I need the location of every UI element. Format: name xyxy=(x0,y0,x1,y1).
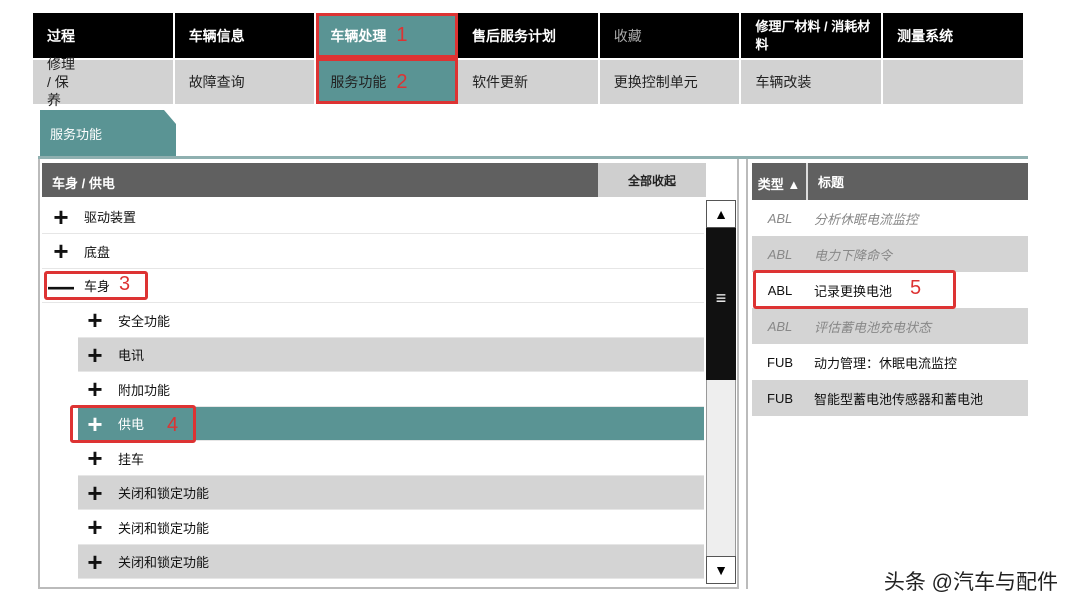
nav-software-update[interactable]: 软件更新 xyxy=(458,58,600,104)
watermark: 头条 @汽车与配件 xyxy=(884,566,1058,596)
label: 售后服务计划 xyxy=(472,26,556,46)
tree-item-label: 底盘 xyxy=(84,242,110,261)
result-row[interactable]: ABL分析休眠电流监控 xyxy=(752,200,1028,236)
result-row[interactable]: FUB智能型蓄电池传感器和蓄电池 xyxy=(752,380,1028,416)
nav-repair-maintenance[interactable]: 修理 / 保养 xyxy=(33,58,175,104)
annotation-4: 4 xyxy=(167,414,178,437)
result-title: 分析休眠电流监控 xyxy=(808,209,918,228)
expand-plus-icon[interactable]: + xyxy=(48,238,74,264)
scroll-up-arrow-icon[interactable]: ▲ xyxy=(706,200,736,228)
tree-item[interactable]: + 附加功能 xyxy=(78,373,704,407)
result-title: 电力下降命令 xyxy=(808,245,892,264)
nav-vehicle-modification[interactable]: 车辆改装 xyxy=(741,58,883,104)
label: 服务功能 xyxy=(330,72,386,92)
column-type-sort[interactable]: 类型 ▲ xyxy=(752,163,808,200)
expand-plus-icon[interactable]: + xyxy=(82,480,108,506)
results-header: 类型 ▲ 标题 xyxy=(752,163,1028,200)
sub-nav: 修理 / 保养 故障查询 服务功能 2 软件更新 更换控制单元 车辆改装 xyxy=(33,58,1025,104)
tree-item[interactable]: + 底盘 xyxy=(42,235,704,269)
label: 车辆处理 xyxy=(330,26,386,46)
label: 测量系统 xyxy=(897,26,953,46)
result-type: ABL xyxy=(752,319,808,334)
tree-item-label: 挂车 xyxy=(118,449,144,468)
annotation-5: 5 xyxy=(910,277,921,300)
tree-item[interactable]: + 安全功能 xyxy=(78,304,704,338)
nav-vehicle-info[interactable]: 车辆信息 xyxy=(175,13,317,58)
nav-favorites[interactable]: 收藏 xyxy=(600,13,742,58)
label: 车辆改装 xyxy=(755,72,811,92)
expand-plus-icon[interactable]: + xyxy=(82,376,108,402)
grip-icon: ≡ xyxy=(706,288,736,309)
nav-fault-query[interactable]: 故障查询 xyxy=(175,58,317,104)
result-row[interactable]: ABL电力下降命令 xyxy=(752,236,1028,272)
label: 修理 / 保养 xyxy=(47,55,83,109)
tree-item[interactable]: + 关闭和锁定功能 xyxy=(78,476,704,510)
tree-item[interactable]: + 挂车 xyxy=(78,442,704,476)
tab-service-functions[interactable]: 服务功能 xyxy=(40,110,176,158)
tree-item-label: 驱动装置 xyxy=(84,207,136,226)
expand-plus-icon[interactable]: + xyxy=(82,445,108,471)
tree-item-label: 关闭和锁定功能 xyxy=(118,518,209,537)
result-title: 评估蓄电池充电状态 xyxy=(808,317,931,336)
annotation-box-3 xyxy=(44,271,148,300)
result-type: FUB xyxy=(752,391,808,406)
nav-replace-ecu[interactable]: 更换控制单元 xyxy=(600,58,742,104)
label: 车辆信息 xyxy=(189,26,245,46)
tree-item-label: 安全功能 xyxy=(118,311,170,330)
annotation-box-5 xyxy=(753,270,956,309)
annotation-1: 1 xyxy=(396,24,407,47)
tree-item[interactable]: + 驱动装置 xyxy=(42,200,704,234)
result-title: 智能型蓄电池传感器和蓄电池 xyxy=(808,389,983,408)
label: 软件更新 xyxy=(472,72,528,92)
nav-empty xyxy=(883,58,1025,104)
column-title[interactable]: 标题 xyxy=(808,172,844,191)
annotation-3: 3 xyxy=(119,273,130,296)
tree-item[interactable]: + 电讯 xyxy=(78,338,704,372)
tree-item-label: 关闭和锁定功能 xyxy=(118,552,209,571)
result-row[interactable]: FUB动力管理：休眠电流监控 xyxy=(752,344,1028,380)
expand-plus-icon[interactable]: + xyxy=(82,549,108,575)
expand-plus-icon[interactable]: + xyxy=(82,307,108,333)
result-type: ABL xyxy=(752,247,808,262)
tree-header: 车身 / 供电 xyxy=(42,163,598,197)
nav-vehicle-handling[interactable]: 车辆处理 1 xyxy=(316,13,458,58)
annotation-2: 2 xyxy=(396,71,407,94)
label: 收藏 xyxy=(614,26,642,46)
nav-service-functions[interactable]: 服务功能 2 xyxy=(316,58,458,104)
scrollbar-thumb[interactable]: ≡ xyxy=(706,228,736,380)
label: 更换控制单元 xyxy=(614,72,698,92)
scroll-down-arrow-icon[interactable]: ▼ xyxy=(706,556,736,584)
tree-item[interactable]: + 关闭和锁定功能 xyxy=(78,545,704,579)
result-row[interactable]: ABL评估蓄电池充电状态 xyxy=(752,308,1028,344)
tree-item-label: 关闭和锁定功能 xyxy=(118,483,209,502)
nav-aftersales-plan[interactable]: 售后服务计划 xyxy=(458,13,600,58)
main-nav: 过程 车辆信息 车辆处理 1 售后服务计划 收藏 修理厂材料 / 消耗材料 测量系… xyxy=(33,13,1025,58)
result-type: ABL xyxy=(752,211,808,226)
tree-item-label: 附加功能 xyxy=(118,380,170,399)
nav-measurement[interactable]: 测量系统 xyxy=(883,13,1025,58)
result-type: FUB xyxy=(752,355,808,370)
expand-plus-icon[interactable]: + xyxy=(82,514,108,540)
label: 故障查询 xyxy=(189,72,245,92)
collapse-all-button[interactable]: 全部收起 xyxy=(598,163,706,197)
nav-workshop-materials[interactable]: 修理厂材料 / 消耗材料 xyxy=(741,13,883,58)
tree-item-label: 电讯 xyxy=(118,345,144,364)
label: 过程 xyxy=(47,26,75,46)
expand-plus-icon[interactable]: + xyxy=(48,204,74,230)
label: 修理厂材料 / 消耗材料 xyxy=(755,18,877,54)
tree-item[interactable]: + 关闭和锁定功能 xyxy=(78,511,704,545)
nav-process[interactable]: 过程 xyxy=(33,13,175,58)
result-title: 动力管理：休眠电流监控 xyxy=(808,353,957,372)
expand-plus-icon[interactable]: + xyxy=(82,342,108,368)
